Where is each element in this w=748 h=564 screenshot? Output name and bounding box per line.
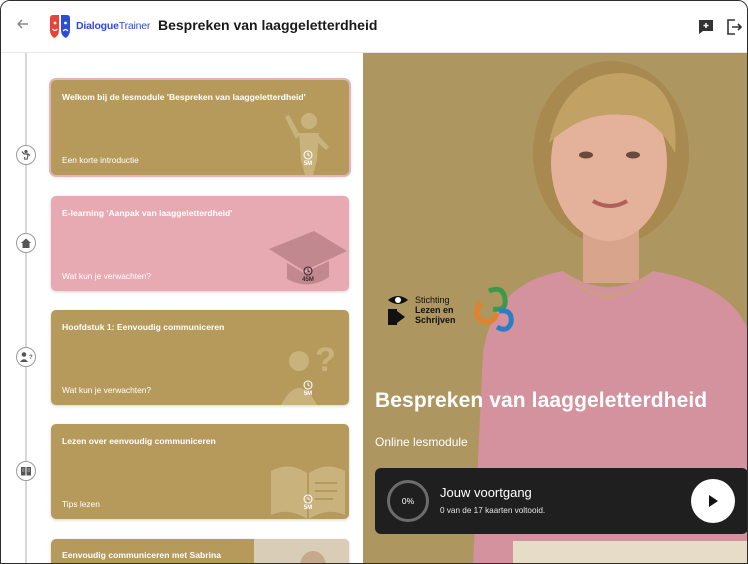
card-duration: 5M <box>297 150 319 167</box>
hero-panel: Stichting Lezen en Schrijven Bespreken v… <box>363 53 747 563</box>
progress-title: Jouw voortgang <box>440 485 532 500</box>
lesson-card-intro[interactable]: Welkom bij de lesmodule 'Bespreken van l… <box>51 80 349 175</box>
lesson-card-elearning[interactable]: E-learning 'Aanpak van laaggeletterdheid… <box>51 196 349 291</box>
timeline-node-intro <box>16 145 36 165</box>
partner-network-logo-icon <box>474 286 514 332</box>
brand-suffix: Trainer <box>118 20 151 32</box>
home-icon <box>21 238 31 248</box>
card-subtitle: Tips lezen <box>62 499 100 509</box>
clock-icon <box>303 150 313 160</box>
card-duration-label: 5M <box>303 391 313 397</box>
eye-logo-icon <box>388 296 408 325</box>
card-duration-label: 45M <box>302 277 314 283</box>
add-comment-icon[interactable] <box>697 18 715 36</box>
clock-icon <box>303 266 313 276</box>
card-duration-label: 5M <box>303 161 313 167</box>
timeline-node-elearning <box>16 233 36 253</box>
svg-text:?: ? <box>29 355 33 361</box>
card-title: Lezen over eenvoudig communiceren <box>62 436 216 446</box>
card-duration-label: 5M <box>303 505 313 511</box>
lesson-card-sabrina[interactable]: Eenvoudig communiceren met Sabrina <box>51 539 349 563</box>
svg-text:?: ? <box>315 341 336 379</box>
hero-title: Bespreken van laaggeletterdheid <box>375 389 708 412</box>
timeline-line <box>25 53 27 563</box>
top-bar: DialogueTrainer Bespreken van laaggelett… <box>1 1 747 53</box>
card-title: Hoofdstuk 1: Eenvoudig communiceren <box>62 322 225 332</box>
card-title: Welkom bij de lesmodule 'Bespreken van l… <box>62 92 306 102</box>
hero-subtitle: Online lesmodule <box>375 435 468 449</box>
progress-ring: 0% <box>387 480 429 522</box>
card-duration: 5M <box>297 380 319 397</box>
progress-text: 0 van de 17 kaarten voltooid. <box>440 506 546 515</box>
book-icon <box>21 467 31 476</box>
partner-name-line3: Schrijven <box>415 315 456 325</box>
progress-percent: 0% <box>401 496 415 506</box>
card-title: E-learning 'Aanpak van laaggeletterdheid… <box>62 208 233 218</box>
person-waving-icon <box>21 149 31 161</box>
back-arrow-icon[interactable] <box>13 17 33 37</box>
lesson-card-chapter1[interactable]: ? Hoofdstuk 1: Eenvoudig communiceren Wa… <box>51 310 349 405</box>
person-question-icon: ? <box>20 352 33 362</box>
card-duration: 45M <box>297 266 319 283</box>
dialoguetrainer-logo-icon <box>50 15 70 38</box>
page-title: Bespreken van laaggeletterdheid <box>158 17 378 33</box>
partner-name: Stichting Lezen en Schrijven <box>415 295 475 325</box>
card-subtitle: Wat kun je verwachten? <box>62 271 152 281</box>
brand-main: Dialogue <box>76 20 119 32</box>
timeline-node-chapter1: ? <box>16 347 36 367</box>
play-icon <box>709 495 718 507</box>
brand-name: DialogueTrainer <box>76 20 150 32</box>
exit-icon[interactable] <box>725 18 743 36</box>
lesson-list: ? Welkom bij de lesmodule 'Bespreken van… <box>1 53 363 563</box>
app-window: DialogueTrainer Bespreken van laaggelett… <box>0 0 748 564</box>
partner-name-line1: Stichting <box>415 295 450 305</box>
lesson-card-reading[interactable]: Lezen over eenvoudig communiceren Tips l… <box>51 424 349 519</box>
clock-icon <box>303 494 313 504</box>
card-title: Eenvoudig communiceren met Sabrina <box>62 550 222 560</box>
partner-name-line2: Lezen en <box>415 305 454 315</box>
timeline-node-reading <box>16 461 36 481</box>
card-subtitle: Een korte introductie <box>62 155 139 165</box>
progress-panel: 0% Jouw voortgang 0 van de 17 kaarten vo… <box>375 468 747 534</box>
card-duration: 5M <box>297 494 319 511</box>
play-button[interactable] <box>691 479 735 523</box>
card-subtitle: Wat kun je verwachten? <box>62 385 152 395</box>
clock-icon <box>303 380 313 390</box>
